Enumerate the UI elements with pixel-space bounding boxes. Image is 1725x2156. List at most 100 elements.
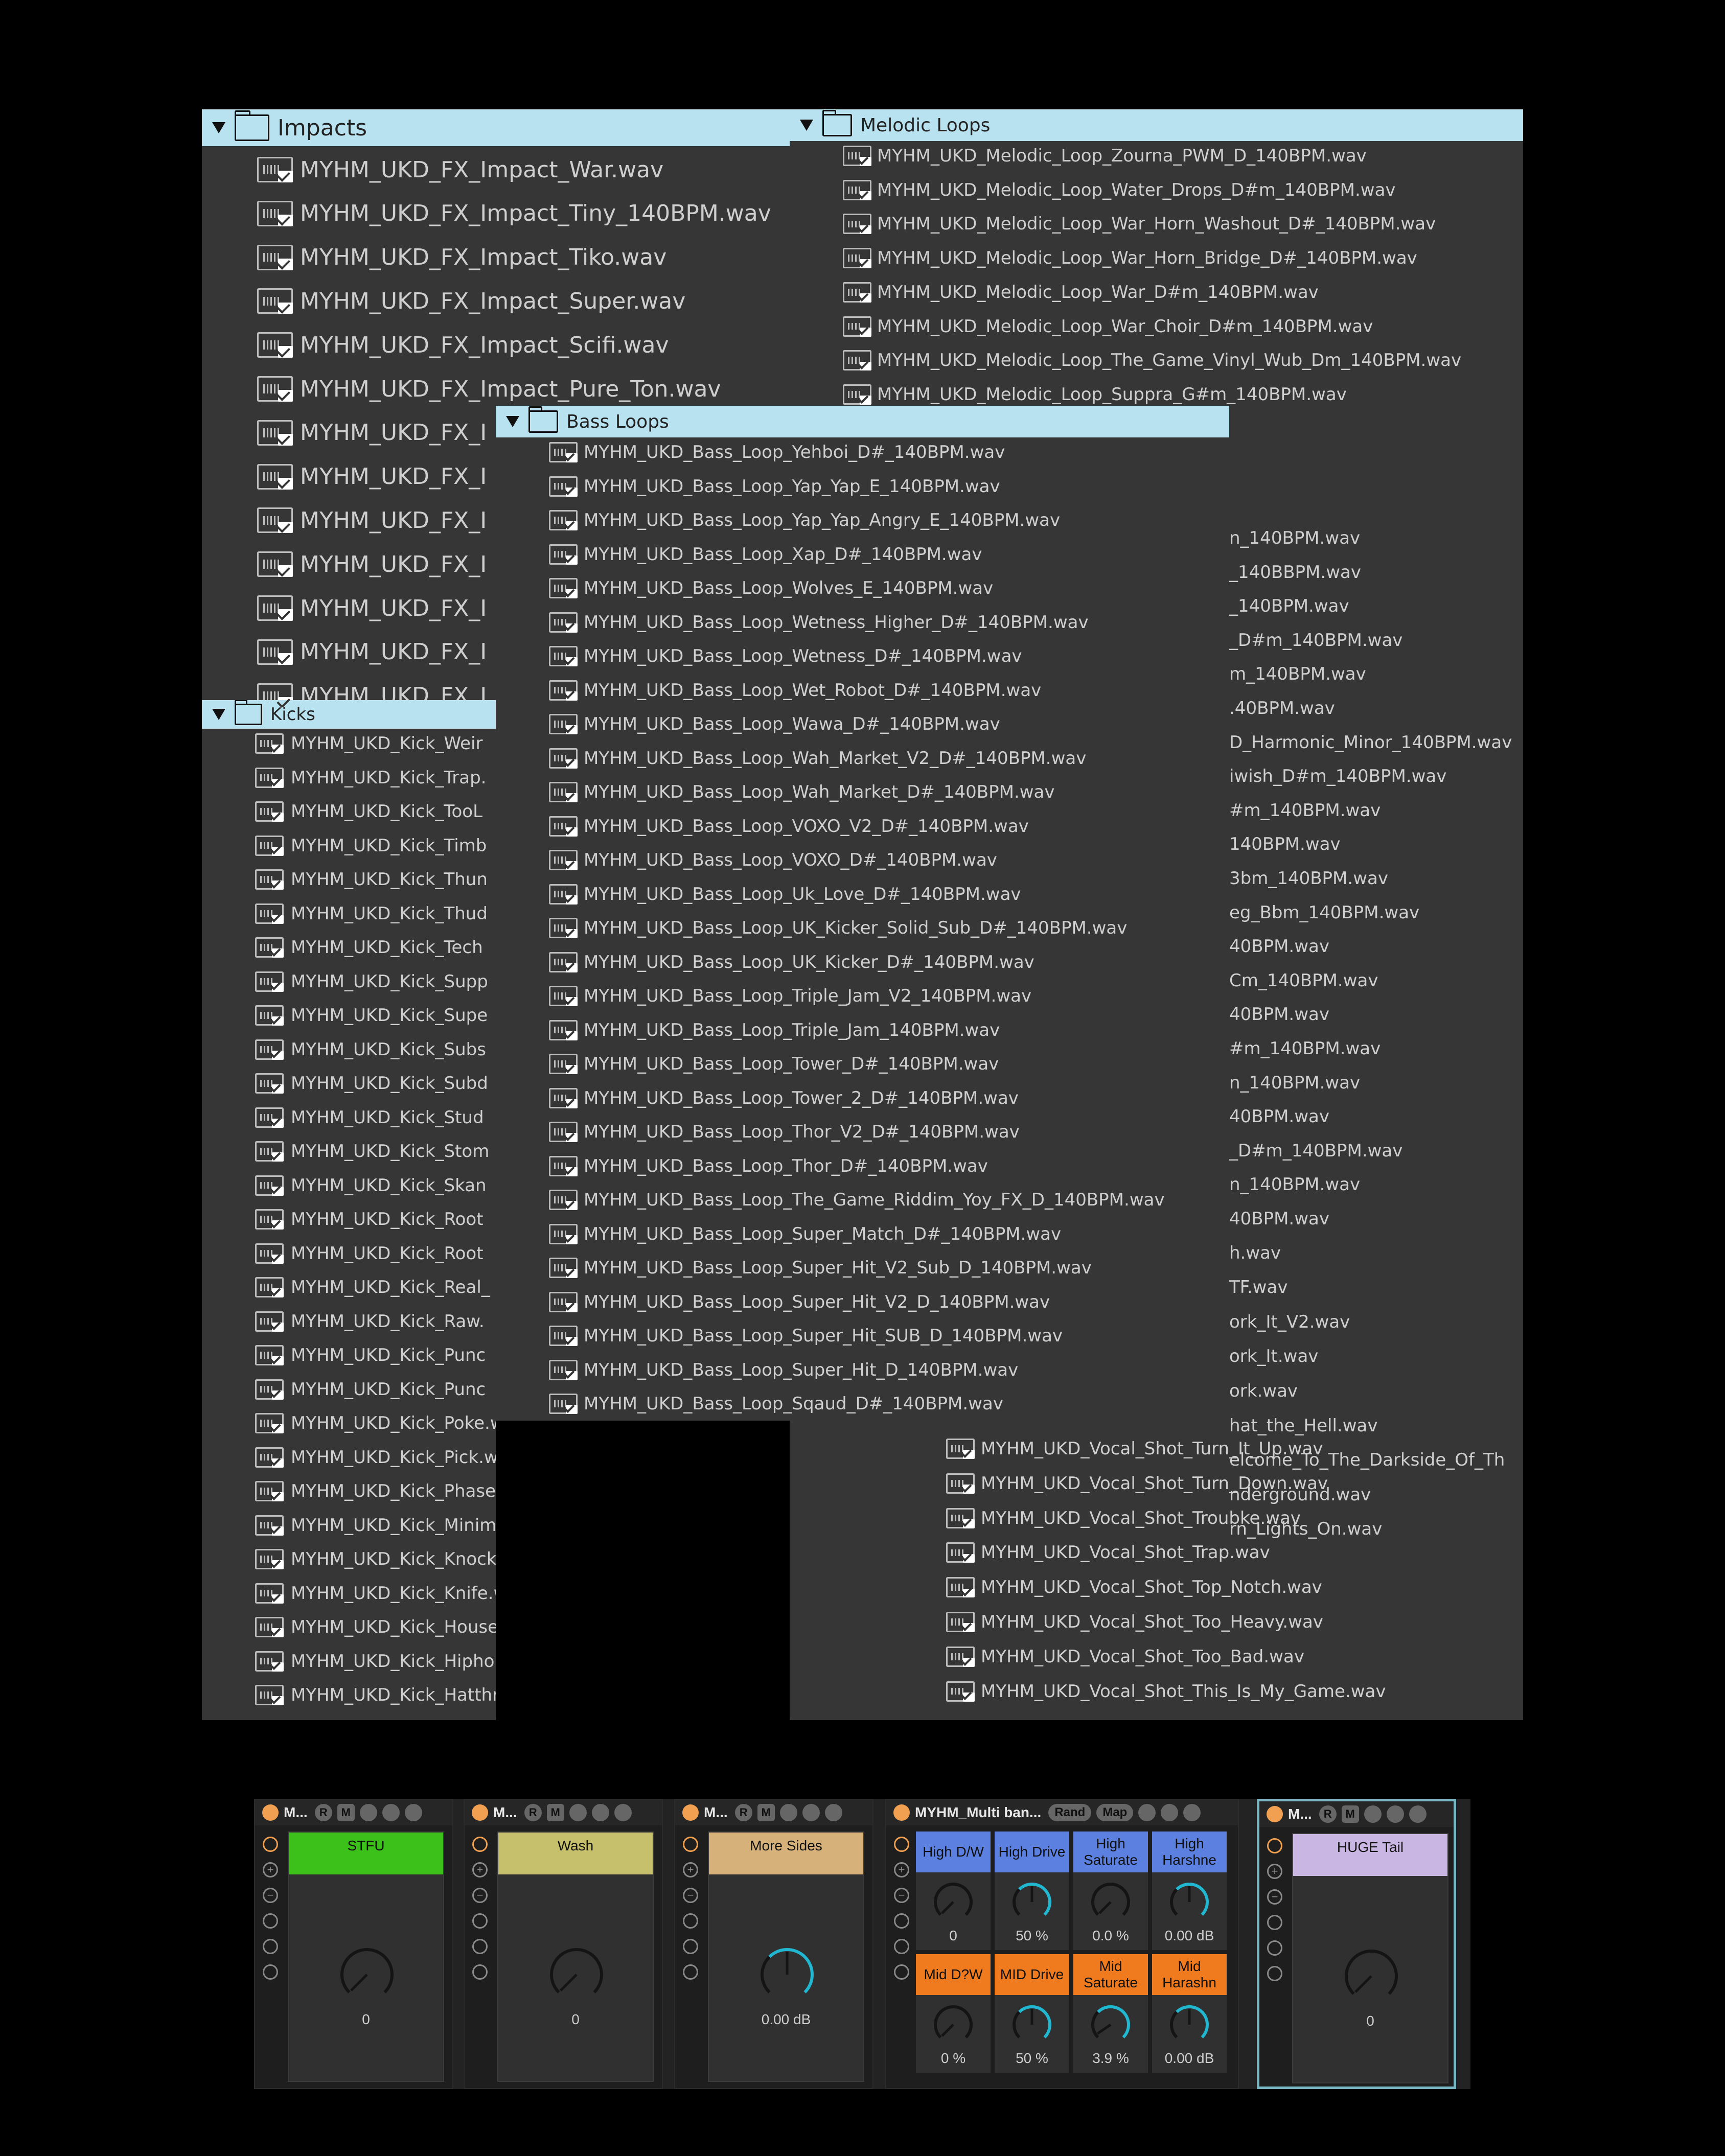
file-row[interactable]: MYHM_UKD_Kick_Poke.wav <box>202 1408 496 1438</box>
file-row[interactable]: MYHM_UKD_Bass_Loop_UK_Kicker_Solid_Sub_D… <box>496 913 1229 943</box>
add-icon[interactable]: + <box>1267 1864 1282 1879</box>
bass-loops-folder-header[interactable]: Bass Loops <box>496 406 1229 437</box>
randomize-button[interactable]: R <box>1319 1805 1337 1823</box>
file-row[interactable]: MYHM_UKD_Vocal_Shot_Trap.wav <box>790 1538 1523 1567</box>
device-title-bar[interactable]: M... R M <box>1259 1801 1454 1827</box>
randomize-button[interactable]: R <box>734 1804 752 1821</box>
macro-knob[interactable] <box>1345 1950 1398 2003</box>
macro-map-icon[interactable] <box>472 1837 488 1852</box>
rack-device[interactable]: M... R M + − Wash 0 <box>464 1799 663 2089</box>
file-row[interactable]: MYHM_UKD_Kick_Timb <box>202 831 496 861</box>
hot-swap-icon[interactable] <box>779 1804 797 1821</box>
file-row[interactable]: MYHM_UKD_Kick_Phase.wav <box>202 1476 496 1506</box>
snapshot-icon[interactable] <box>263 1913 278 1929</box>
map-button[interactable]: M <box>337 1804 355 1821</box>
device-power-icon[interactable] <box>1267 1806 1283 1822</box>
variations-icon[interactable] <box>472 1939 488 1954</box>
macro-knob[interactable] <box>1013 1883 1051 1921</box>
file-row[interactable]: MYHM_UKD_Bass_Loop_Super_Hit_SUB_D_140BP… <box>496 1321 1229 1351</box>
file-row[interactable]: MYHM_UKD_FX_Impact_War.wav <box>202 151 790 188</box>
file-row[interactable]: MYHM_UKD_Bass_Loop_Wah_Market_V2_D#_140B… <box>496 744 1229 773</box>
list-icon[interactable] <box>683 1964 698 1980</box>
macro-label[interactable]: High Saturate <box>1073 1832 1148 1872</box>
file-row[interactable]: MYHM_UKD_Bass_Loop_Super_Hit_V2_Sub_D_14… <box>496 1253 1229 1283</box>
file-row[interactable]: MYHM_UKD_Bass_Loop_Wawa_D#_140BPM.wav <box>496 709 1229 739</box>
device-power-icon[interactable] <box>472 1804 488 1821</box>
macro-label[interactable]: High Drive <box>995 1832 1069 1872</box>
file-row[interactable]: MYHM_UKD_Vocal_Shot_Troubke.wav <box>790 1503 1523 1533</box>
file-row[interactable]: MYHM_UKD_Bass_Loop_Wah_Market_D#_140BPM.… <box>496 777 1229 807</box>
macro-label[interactable]: Wash <box>498 1833 653 1874</box>
file-row[interactable]: MYHM_UKD_Kick_Subs <box>202 1035 496 1064</box>
remove-icon[interactable]: − <box>894 1888 909 1903</box>
file-row[interactable]: MYHM_UKD_Bass_Loop_Thor_V2_D#_140BPM.wav <box>496 1117 1229 1147</box>
file-row[interactable]: MYHM_UKD_Kick_Tech <box>202 933 496 962</box>
file-row[interactable]: MYHM_UKD_Kick_Hatthree.wav <box>202 1680 496 1710</box>
hot-swap-icon[interactable] <box>1364 1805 1382 1823</box>
remove-icon[interactable]: − <box>683 1888 698 1903</box>
file-row[interactable]: MYHM_UKD_Kick_Real_ <box>202 1272 496 1302</box>
file-row[interactable]: MYHM_UKD_Kick_Stom <box>202 1137 496 1166</box>
file-row[interactable]: MYHM_UKD_Melodic_Loop_Zourna_PWM_D_140BP… <box>790 141 1523 171</box>
rack-device[interactable]: MYHM_Multi ban... Rand Map + − High D/W 0 High … <box>885 1799 1239 2089</box>
hot-swap-icon[interactable] <box>1138 1804 1156 1821</box>
impacts-folder-header[interactable]: Impacts <box>202 109 790 146</box>
file-row[interactable]: MYHM_UKD_Kick_Raw. <box>202 1307 496 1336</box>
macro-knob[interactable] <box>934 2005 973 2044</box>
macro-label[interactable]: More Sides <box>709 1833 863 1874</box>
file-row[interactable]: MYHM_UKD_Bass_Loop_Yehboi_D#_140BPM.wav <box>496 437 1229 467</box>
device-power-icon[interactable] <box>262 1804 279 1821</box>
map-button[interactable]: M <box>546 1804 564 1821</box>
snapshot-icon[interactable] <box>894 1913 909 1929</box>
save-icon[interactable] <box>1386 1805 1404 1823</box>
variations-icon[interactable] <box>683 1939 698 1954</box>
hot-swap-icon[interactable] <box>359 1804 377 1821</box>
file-row[interactable]: MYHM_UKD_Bass_Loop_VOXO_V2_D#_140BPM.wav <box>496 812 1229 841</box>
melodic-loops-folder-header[interactable]: Melodic Loops <box>790 109 1523 141</box>
file-row[interactable]: MYHM_UKD_Kick_Pick.wav <box>202 1443 496 1472</box>
file-row[interactable]: MYHM_UKD_Bass_Loop_Uk_Love_D#_140BPM.wav <box>496 879 1229 909</box>
macro-knob[interactable] <box>761 1948 814 2001</box>
file-row[interactable]: MYHM_UKD_FX_Impact_Scifi.wav <box>202 327 790 363</box>
map-button[interactable]: Map <box>1096 1804 1134 1821</box>
macro-label[interactable]: Mid Saturate <box>1073 1954 1148 1995</box>
file-row[interactable]: MYHM_UKD_Kick_TooL <box>202 797 496 826</box>
more-icon[interactable] <box>404 1804 422 1821</box>
file-row[interactable]: MYHM_UKD_Kick_Thud <box>202 899 496 929</box>
file-row[interactable]: MYHM_UKD_Kick_Thun <box>202 865 496 894</box>
snapshot-icon[interactable] <box>472 1913 488 1929</box>
variations-icon[interactable] <box>1267 1940 1282 1956</box>
list-icon[interactable] <box>263 1964 278 1980</box>
file-row[interactable]: MYHM_UKD_Bass_Loop_Super_Hit_V2_D_140BPM… <box>496 1287 1229 1317</box>
file-row[interactable]: MYHM_UKD_Melodic_Loop_War_Horn_Washout_D… <box>790 209 1523 239</box>
more-icon[interactable] <box>1183 1804 1201 1821</box>
macro-knob[interactable] <box>340 1948 394 2001</box>
file-row[interactable]: MYHM_UKD_Kick_Punc <box>202 1340 496 1370</box>
file-row[interactable]: MYHM_UKD_Bass_Loop_Wolves_E_140BPM.wav <box>496 573 1229 603</box>
macro-label[interactable]: STFU <box>289 1833 443 1874</box>
disclosure-triangle-icon[interactable] <box>506 416 519 427</box>
file-row[interactable]: MYHM_UKD_Kick_Minimal.wav <box>202 1511 496 1540</box>
hot-swap-icon[interactable] <box>569 1804 587 1821</box>
macro-label[interactable]: High D/W <box>916 1832 991 1872</box>
macro-label[interactable]: Mid D?W <box>916 1954 991 1995</box>
rack-device[interactable]: M... R M + − More Sides 0.00 dB <box>674 1799 873 2089</box>
map-button[interactable]: M <box>757 1804 775 1821</box>
file-row[interactable]: MYHM_UKD_Kick_Hiphop.wav <box>202 1647 496 1676</box>
file-row[interactable]: MYHM_UKD_Kick_Knock.wav <box>202 1544 496 1574</box>
file-row[interactable]: MYHM_UKD_Vocal_Shot_Top_Notch.wav <box>790 1572 1523 1602</box>
file-row[interactable]: MYHM_UKD_FX_Impact_Tiny_140BPM.wav <box>202 195 790 232</box>
file-row[interactable]: MYHM_UKD_Melodic_Loop_The_Game_Vinyl_Wub… <box>790 345 1523 375</box>
file-row[interactable]: MYHM_UKD_Melodic_Loop_War_Horn_Bridge_D#… <box>790 243 1523 273</box>
variations-icon[interactable] <box>263 1939 278 1954</box>
variations-icon[interactable] <box>894 1939 909 1954</box>
snapshot-icon[interactable] <box>683 1913 698 1929</box>
map-button[interactable]: M <box>1341 1805 1359 1823</box>
file-row[interactable]: MYHM_UKD_Bass_Loop_Wetness_D#_140BPM.wav <box>496 641 1229 671</box>
save-icon[interactable] <box>1161 1804 1179 1821</box>
macro-knob[interactable] <box>1013 2005 1051 2044</box>
remove-icon[interactable]: − <box>472 1888 488 1903</box>
macro-knob[interactable] <box>1170 2005 1209 2044</box>
kicks-folder-header[interactable]: Kicks <box>202 700 496 729</box>
file-row[interactable]: MYHM_UKD_Bass_Loop_Yap_Yap_Angry_E_140BP… <box>496 505 1229 535</box>
